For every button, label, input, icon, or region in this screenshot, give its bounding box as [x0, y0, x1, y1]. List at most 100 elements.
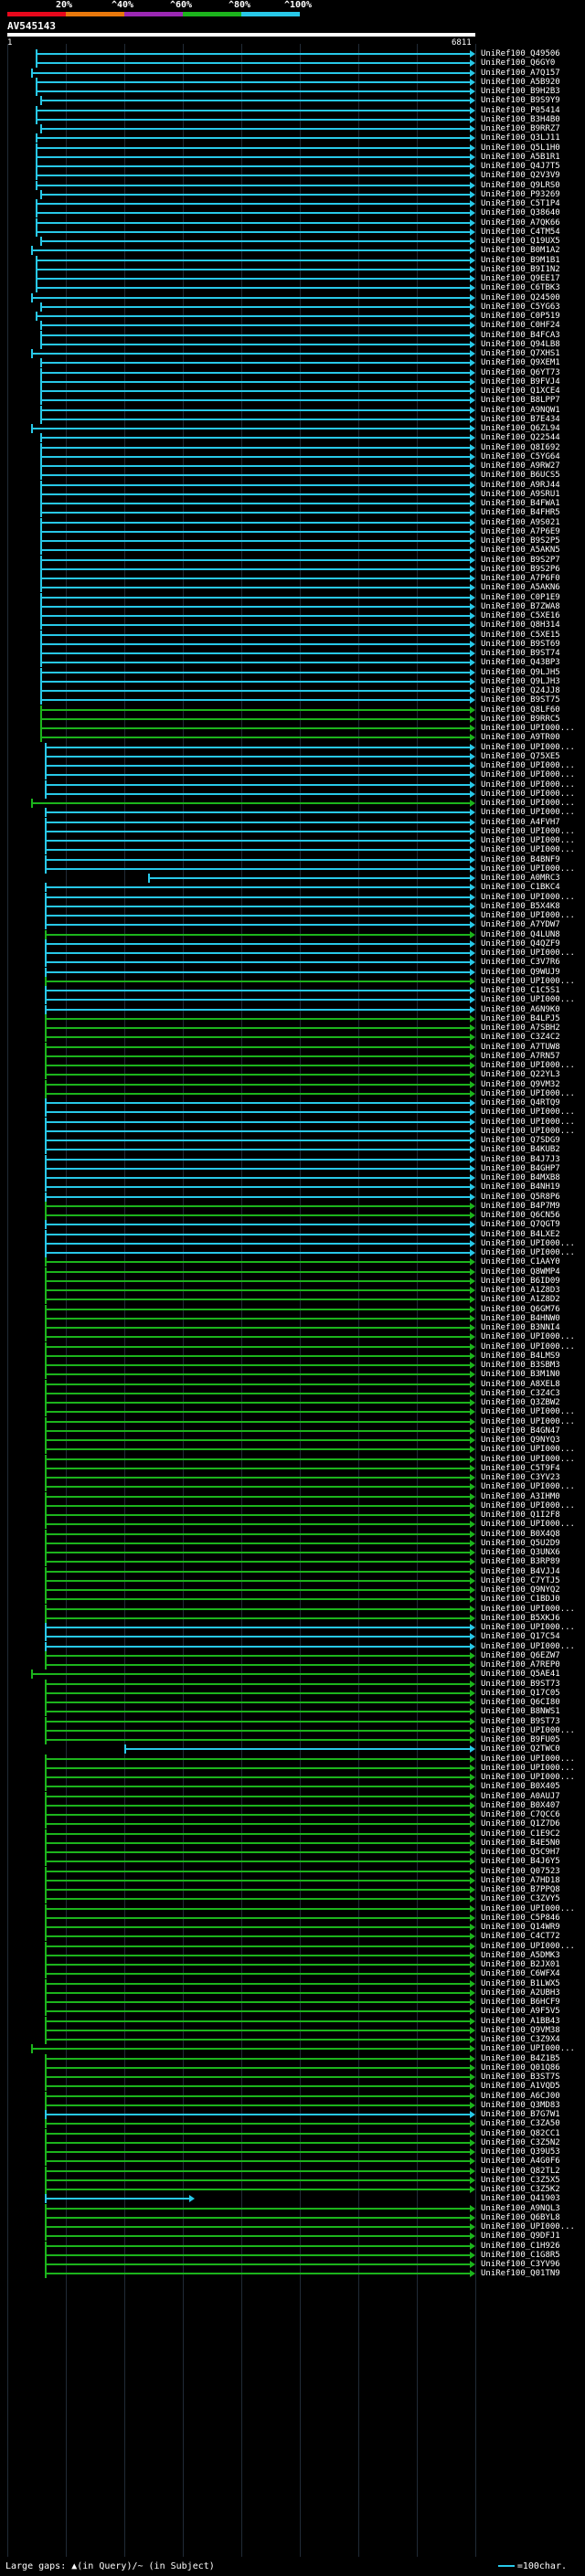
hit-label-link[interactable]: UniRef100_Q4LUN8: [481, 930, 560, 939]
hit-row[interactable]: UniRef100_Q7QGT9: [0, 1220, 585, 1230]
hit-row[interactable]: UniRef100_Q39U53: [0, 2147, 585, 2157]
hit-row[interactable]: UniRef100_C6WFX4: [0, 1969, 585, 1979]
hit-alignment-bar[interactable]: [39, 671, 470, 673]
hit-alignment-bar[interactable]: [39, 399, 470, 402]
hit-alignment-bar[interactable]: [44, 1645, 470, 1648]
hit-alignment-bar[interactable]: [39, 615, 470, 617]
hit-alignment-bar[interactable]: [44, 1664, 470, 1666]
hit-label-link[interactable]: UniRef100_B4HNW0: [481, 1314, 560, 1323]
hit-row[interactable]: UniRef100_B4J7J3: [0, 1154, 585, 1164]
hit-alignment-bar[interactable]: [44, 1682, 470, 1685]
hit-label-link[interactable]: UniRef100_Q9LJH3: [481, 677, 560, 686]
hit-alignment-bar[interactable]: [44, 1017, 470, 1020]
hit-label-link[interactable]: UniRef100_UPI000...: [481, 836, 575, 845]
hit-alignment-bar[interactable]: [44, 1345, 470, 1348]
hit-alignment-bar[interactable]: [44, 2207, 470, 2210]
hit-alignment-bar[interactable]: [39, 408, 470, 411]
hit-alignment-bar[interactable]: [44, 1214, 470, 1216]
hit-alignment-bar[interactable]: [44, 1299, 470, 1301]
hit-row[interactable]: UniRef100_Q01TN9: [0, 2269, 585, 2279]
hit-label-link[interactable]: UniRef100_B6UCS5: [481, 471, 560, 480]
hit-row[interactable]: UniRef100_B0M1A2: [0, 246, 585, 256]
hit-row[interactable]: UniRef100_A9NQL3: [0, 2203, 585, 2213]
hit-row[interactable]: UniRef100_Q94LB8: [0, 339, 585, 349]
hit-row[interactable]: UniRef100_Q6GM76: [0, 1304, 585, 1314]
hit-label-link[interactable]: UniRef100_Q7XHS1: [481, 349, 560, 358]
hit-alignment-bar[interactable]: [39, 605, 470, 608]
hit-alignment-bar[interactable]: [44, 1926, 470, 1928]
hit-alignment-bar[interactable]: [44, 1570, 470, 1573]
hit-alignment-bar[interactable]: [44, 1636, 470, 1638]
hit-label-link[interactable]: UniRef100_UPI000...: [481, 1501, 575, 1511]
hit-label-link[interactable]: UniRef100_UPI000...: [481, 1061, 575, 1070]
hit-alignment-bar[interactable]: [44, 2123, 470, 2125]
hit-row[interactable]: UniRef100_Q4RTQ9: [0, 1098, 585, 1108]
hit-alignment-bar[interactable]: [44, 1954, 470, 1956]
hit-alignment-bar[interactable]: [44, 1945, 470, 1947]
hit-label-link[interactable]: UniRef100_Q94LB8: [481, 340, 560, 349]
hit-label-link[interactable]: UniRef100_B4FCA3: [481, 331, 560, 340]
hit-label-link[interactable]: UniRef100_A7HD18: [481, 1876, 560, 1885]
hit-label-link[interactable]: UniRef100_A7QK66: [481, 218, 560, 228]
hit-row[interactable]: UniRef100_B9ST69: [0, 639, 585, 649]
hit-alignment-bar[interactable]: [44, 1617, 470, 1619]
hit-alignment-bar[interactable]: [44, 1552, 470, 1553]
hit-label-link[interactable]: UniRef100_B9ST69: [481, 640, 560, 649]
hit-row[interactable]: UniRef100_UPI000...: [0, 1903, 585, 1913]
hit-alignment-bar[interactable]: [44, 1111, 470, 1114]
hit-row[interactable]: UniRef100_B3ST7S: [0, 2072, 585, 2082]
hit-alignment-bar[interactable]: [35, 278, 470, 280]
hit-alignment-bar[interactable]: [44, 1439, 470, 1441]
hit-row[interactable]: UniRef100_UPI000...: [0, 1500, 585, 1511]
hit-label-link[interactable]: UniRef100_B3H4B0: [481, 115, 560, 124]
hit-alignment-bar[interactable]: [35, 175, 470, 177]
hit-label-link[interactable]: UniRef100_A1VQD5: [481, 2082, 560, 2091]
hit-label-link[interactable]: UniRef100_C5T9F4: [481, 1464, 560, 1473]
hit-row[interactable]: UniRef100_Q2TWC0: [0, 1744, 585, 1754]
hit-label-link[interactable]: UniRef100_UPI000...: [481, 827, 575, 836]
hit-alignment-bar[interactable]: [44, 1691, 470, 1694]
hit-alignment-bar[interactable]: [44, 2235, 470, 2238]
hit-label-link[interactable]: UniRef100_B5XKJ6: [481, 1614, 560, 1623]
hit-label-link[interactable]: UniRef100_UPI000...: [481, 1623, 575, 1632]
hit-alignment-bar[interactable]: [44, 1140, 470, 1141]
hit-label-link[interactable]: UniRef100_UPI000...: [481, 845, 575, 854]
hit-row[interactable]: UniRef100_Q8WMP4: [0, 1267, 585, 1277]
hit-label-link[interactable]: UniRef100_C4TM54: [481, 228, 560, 237]
hit-alignment-bar[interactable]: [35, 287, 470, 290]
hit-alignment-bar[interactable]: [30, 428, 470, 429]
hit-row[interactable]: UniRef100_C1G8R5: [0, 2250, 585, 2260]
hit-row[interactable]: UniRef100_A4FVH7: [0, 817, 585, 827]
hit-row[interactable]: UniRef100_C5T9F4: [0, 1463, 585, 1473]
hit-row[interactable]: UniRef100_Q9DFJ1: [0, 2231, 585, 2242]
hit-label-link[interactable]: UniRef100_Q8H314: [481, 620, 560, 630]
hit-row[interactable]: UniRef100_B4FCA3: [0, 330, 585, 340]
hit-alignment-bar[interactable]: [35, 184, 470, 186]
hit-label-link[interactable]: UniRef100_C3ZVY5: [481, 1894, 560, 1903]
hit-label-link[interactable]: UniRef100_B3ST7S: [481, 2072, 560, 2082]
hit-label-link[interactable]: UniRef100_Q1XCE4: [481, 387, 560, 396]
hit-label-link[interactable]: UniRef100_Q9NYQ3: [481, 1436, 560, 1445]
hit-row[interactable]: UniRef100_Q6BYL8: [0, 2212, 585, 2222]
hit-row[interactable]: UniRef100_B4FWA1: [0, 499, 585, 508]
hit-alignment-bar[interactable]: [44, 980, 470, 982]
hit-row[interactable]: UniRef100_UPI000...: [0, 761, 585, 770]
hit-label-link[interactable]: UniRef100_UPI000...: [481, 743, 575, 752]
hit-alignment-bar[interactable]: [44, 1074, 470, 1076]
hit-alignment-bar[interactable]: [44, 1448, 470, 1451]
hit-row[interactable]: UniRef100_C3Z5N2: [0, 2137, 585, 2147]
hit-alignment-bar[interactable]: [30, 71, 470, 74]
hit-row[interactable]: UniRef100_A7RN57: [0, 1051, 585, 1061]
hit-label-link[interactable]: UniRef100_B0X405: [481, 1782, 560, 1791]
hit-row[interactable]: UniRef100_B1LWX5: [0, 1978, 585, 1988]
hit-row[interactable]: UniRef100_B4LXE2: [0, 1229, 585, 1239]
hit-label-link[interactable]: UniRef100_A7RN57: [481, 1052, 560, 1061]
hit-row[interactable]: UniRef100_UPI000...: [0, 1445, 585, 1455]
hit-row[interactable]: UniRef100_C4TM54: [0, 227, 585, 237]
hit-alignment-bar[interactable]: [39, 558, 470, 561]
hit-label-link[interactable]: UniRef100_C3Z5X5: [481, 2176, 560, 2185]
hit-row[interactable]: UniRef100_Q24500: [0, 292, 585, 302]
hit-row[interactable]: UniRef100_A6CJ00: [0, 2091, 585, 2101]
hit-row[interactable]: UniRef100_A7P6F0: [0, 574, 585, 583]
hit-alignment-bar[interactable]: [44, 1195, 470, 1198]
